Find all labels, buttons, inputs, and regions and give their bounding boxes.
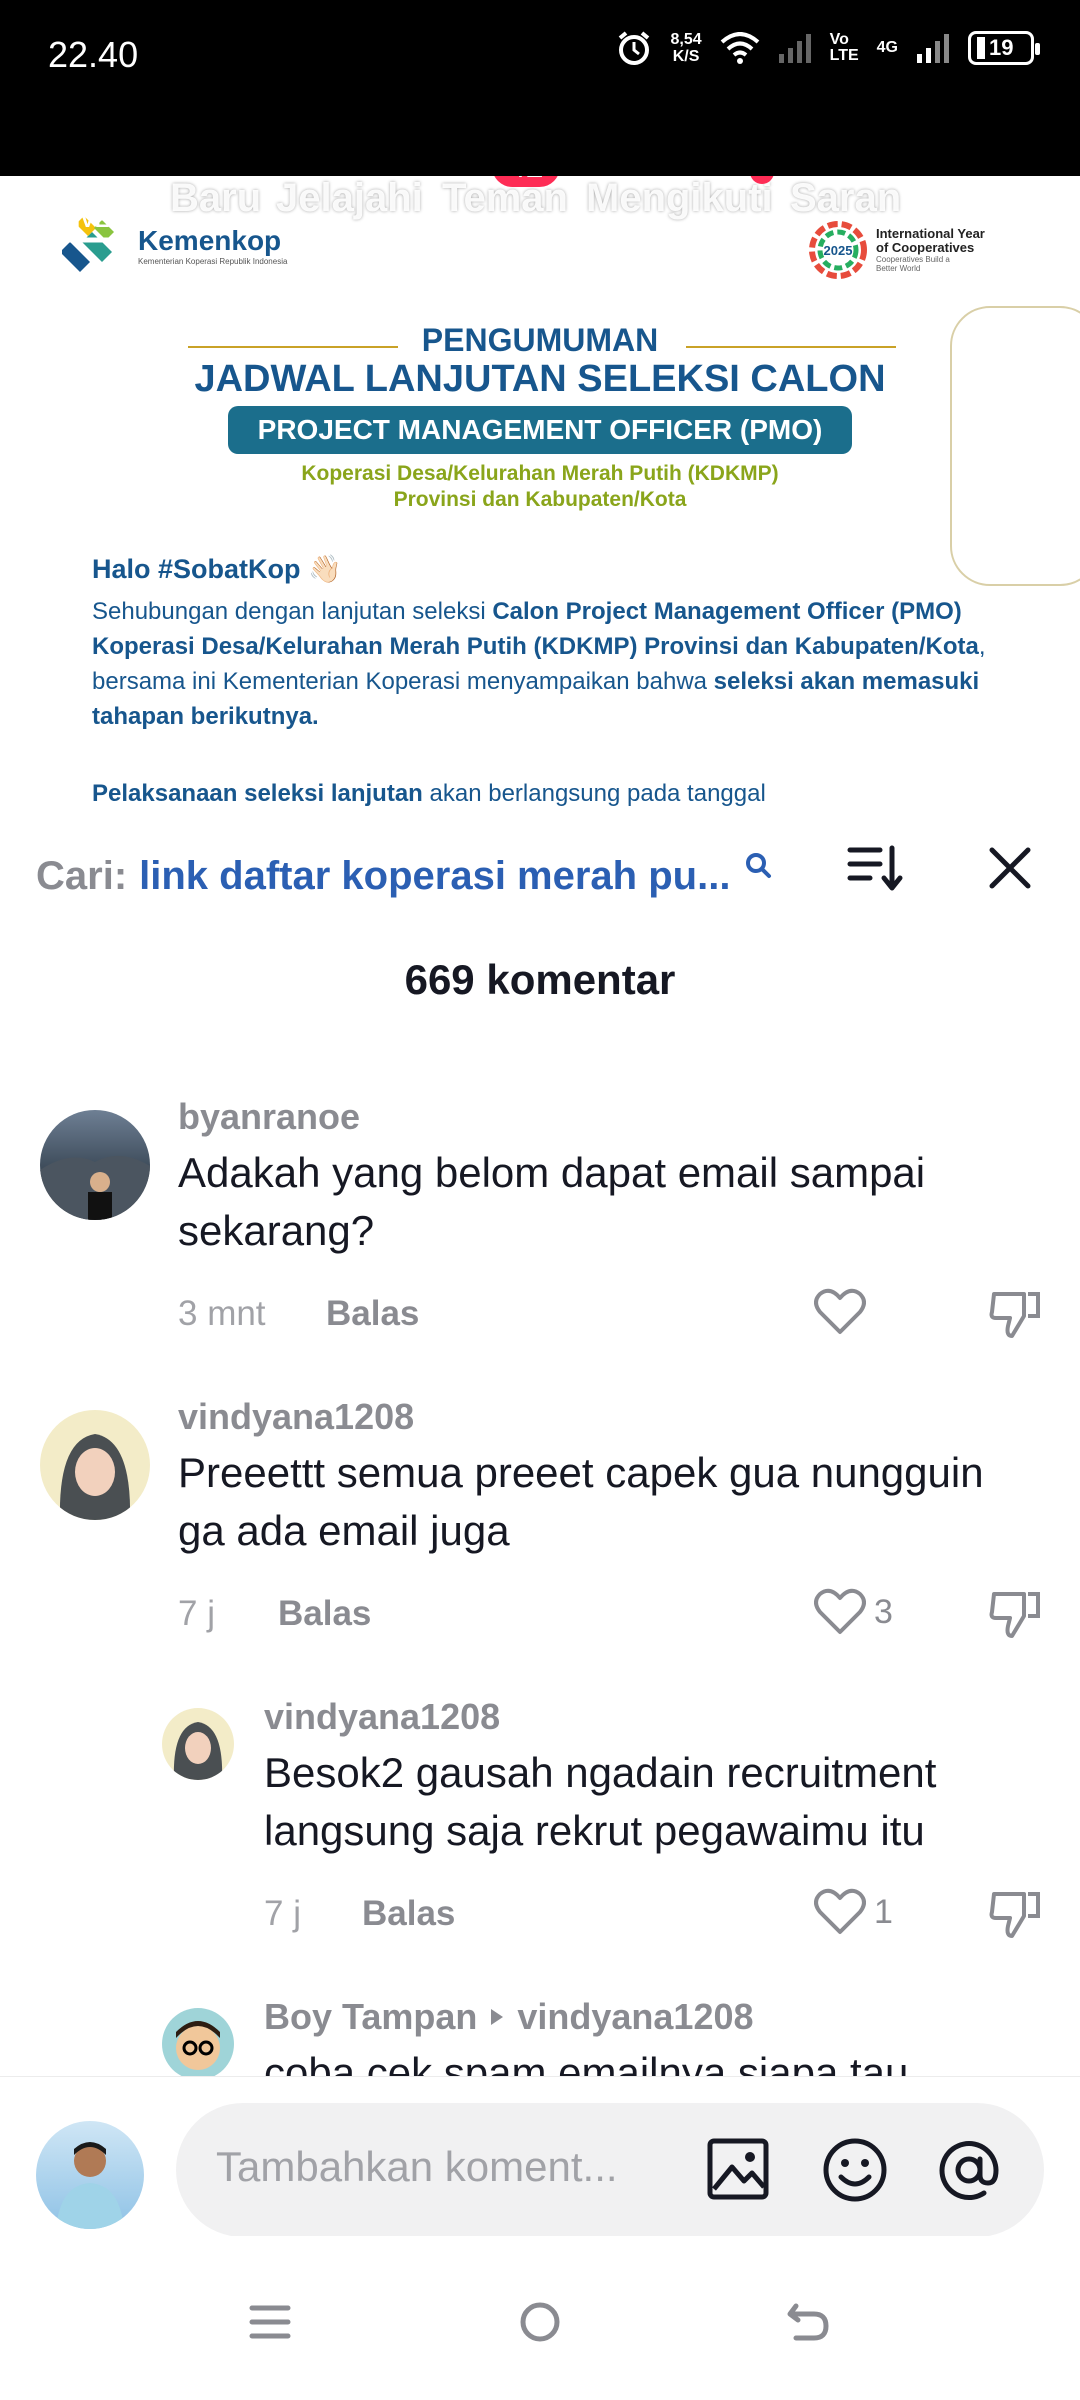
announcement-title: JADWAL LANJUTAN SELEKSI CALON (194, 358, 886, 400)
reply-button[interactable]: Balas (278, 1594, 371, 1634)
emoji-icon[interactable] (822, 2137, 888, 2203)
announcement-pill: PROJECT MANAGEMENT OFFICER (PMO) (228, 406, 852, 454)
network-speed: 8,54 K/S (670, 31, 702, 65)
volte-indicator: Vo LTE (829, 31, 859, 64)
comment-username[interactable]: byanranoe (178, 1096, 360, 1138)
signal-icon (917, 34, 949, 63)
announcement-paragraph: Sehubungan dengan lanjutan seleksi Calon… (92, 598, 986, 730)
announcement-paragraph-2: Pelaksanaan seleksi lanjutan akan berlan… (92, 780, 766, 807)
comment-input[interactable]: Tambahkan koment... (176, 2103, 1044, 2237)
comment-username[interactable]: vindyana1208 (264, 1696, 500, 1738)
comment-input-bar: Tambahkan koment... (0, 2076, 1080, 2237)
tab-jelajahi[interactable]: Jelajahi (276, 176, 423, 221)
recent-apps-icon[interactable] (248, 2300, 292, 2344)
reply-item: Boy Tampan vindyana1208 coba cek spam em… (0, 1980, 1080, 2076)
like-button[interactable] (814, 1288, 866, 1336)
comment-text: Adakah yang belom dapat email sampai sek… (178, 1149, 926, 1254)
heart-icon (814, 1588, 866, 1634)
comment-text: Preeettt semua preeet capek gua nungguin… (178, 1449, 984, 1554)
reply-header: Boy Tampan vindyana1208 (264, 1996, 754, 2038)
status-time: 22.40 (48, 34, 139, 75)
reply-to-username[interactable]: vindyana1208 (517, 1996, 753, 2038)
announcement-subtitle-2: Provinsi dan Kabupaten/Kota (393, 488, 687, 511)
like-button[interactable]: 3 (814, 1588, 893, 1636)
avatar[interactable] (162, 1708, 234, 1780)
tab-saran[interactable]: Saran (790, 176, 901, 221)
comment-time: 3 mnt (178, 1294, 266, 1333)
comment-text: coba cek spam emailnya siapa tau (264, 2049, 909, 2076)
dislike-icon[interactable] (988, 1586, 1042, 1640)
avatar[interactable] (40, 1410, 150, 1520)
home-icon[interactable] (518, 2300, 562, 2344)
image-icon[interactable] (706, 2137, 770, 2201)
back-icon[interactable] (786, 2300, 832, 2344)
caret-right-icon (491, 2009, 504, 2025)
comment-input-placeholder: Tambahkan koment... (216, 2143, 618, 2190)
search-query[interactable]: link daftar koperasi merah pu... (139, 854, 730, 899)
live-icon[interactable]: LIVE (48, 182, 122, 244)
wifi-icon (720, 32, 759, 64)
status-bar: 22.40 8,54 K/S Vo LTE 4G 19 (0, 0, 1080, 176)
reply-button[interactable]: Balas (326, 1294, 419, 1334)
comment-username[interactable]: vindyana1208 (178, 1396, 414, 1438)
video-preview[interactable]: Kemenkop Kementerian Koperasi Republik I… (0, 176, 1080, 816)
announcement-label: PENGUMUMAN (421, 322, 659, 358)
close-icon[interactable] (988, 846, 1032, 890)
announcement-subtitle-1: Koperasi Desa/Kelurahan Merah Putih (KDK… (301, 462, 779, 485)
svg-text:LIVE: LIVE (61, 207, 110, 232)
reply-button[interactable]: Balas (362, 1894, 455, 1934)
comment-time: 7 j (178, 1594, 215, 1633)
heart-icon (814, 1288, 866, 1334)
avatar[interactable] (162, 2008, 234, 2076)
search-small-icon (746, 853, 772, 878)
search-label: Cari: (36, 853, 128, 898)
battery-indicator: 19 (968, 31, 1040, 65)
logo-subtitle: Kementerian Koperasi Republik Indonesia (138, 256, 288, 266)
system-nav-bar (0, 2236, 1080, 2400)
dislike-icon[interactable] (988, 1886, 1042, 1940)
greeting-text: Halo #SobatKop 👋🏻 (92, 554, 342, 584)
search-icon[interactable] (962, 176, 1032, 234)
network-type: 4G (876, 39, 898, 56)
tab-mengikuti[interactable]: Mengikuti (586, 176, 773, 221)
top-navigation: LIVE Baru Jelajahi Teman 42 Mengikuti Sa… (0, 176, 1080, 256)
like-count: 3 (874, 1592, 893, 1631)
like-button[interactable]: 1 (814, 1888, 893, 1936)
tab-baru[interactable]: Baru (170, 176, 261, 221)
like-count: 1 (874, 1892, 893, 1931)
comment-text: Besok2 gausah ngadain recruitment langsu… (264, 1749, 937, 1854)
signal-weak-icon (778, 34, 811, 63)
sort-icon[interactable] (846, 842, 904, 894)
comment-count: 669 komentar (404, 956, 676, 1003)
my-avatar[interactable] (36, 2121, 144, 2229)
heart-icon (814, 1888, 866, 1934)
avatar[interactable] (40, 1110, 150, 1220)
dislike-icon[interactable] (988, 1286, 1042, 1340)
comment-username[interactable]: Boy Tampan (264, 1996, 477, 2038)
mention-icon[interactable] (936, 2137, 1002, 2203)
alarm-icon (619, 31, 650, 65)
comment-time: 7 j (264, 1894, 301, 1933)
status-icons: 8,54 K/S Vo LTE 4G 19 (616, 30, 1040, 66)
iyc-subtitle: Cooperatives Build a Better World (876, 255, 950, 273)
